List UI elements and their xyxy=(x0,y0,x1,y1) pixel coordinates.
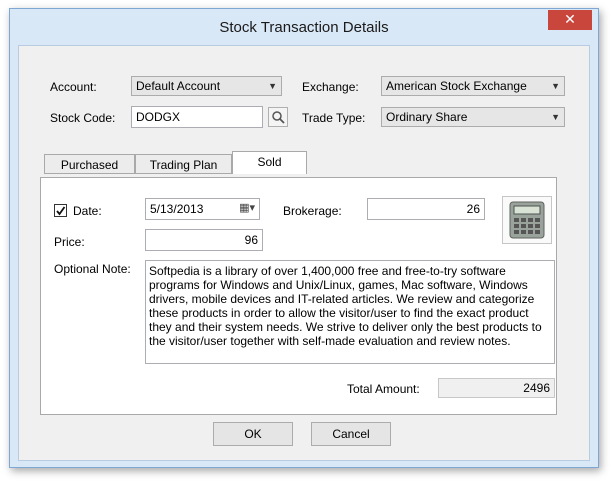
dialog-window: Stock Transaction Details ✕ Account: Def… xyxy=(9,8,599,468)
chevron-down-icon: ▼ xyxy=(268,81,277,91)
chevron-down-icon: ▼ xyxy=(551,81,560,91)
stock-code-input[interactable]: DODGX xyxy=(131,106,263,128)
checkmark-icon xyxy=(56,206,66,216)
exchange-label: Exchange: xyxy=(302,80,359,94)
date-label: Date: xyxy=(73,204,102,218)
price-input[interactable]: 96 xyxy=(145,229,263,251)
ok-button[interactable]: OK xyxy=(213,422,293,446)
brokerage-input[interactable]: 26 xyxy=(367,198,485,220)
tab-trading-plan[interactable]: Trading Plan xyxy=(135,154,232,174)
date-value: 5/13/2013 xyxy=(150,202,204,216)
price-label: Price: xyxy=(54,235,85,249)
window-title: Stock Transaction Details xyxy=(219,19,389,36)
trade-type-value: Ordinary Share xyxy=(386,110,468,124)
account-select[interactable]: Default Account ▼ xyxy=(131,76,282,96)
account-label: Account: xyxy=(50,80,97,94)
tab-sold[interactable]: Sold xyxy=(232,151,307,174)
search-button[interactable] xyxy=(268,107,288,127)
sold-tab-panel: Date: 5/13/2013 ▦▾ Brokerage: 26 Price: … xyxy=(40,177,557,415)
total-amount-value: 2496 xyxy=(438,378,555,398)
brokerage-label: Brokerage: xyxy=(283,204,342,218)
trade-type-label: Trade Type: xyxy=(302,111,366,125)
tab-purchased[interactable]: Purchased xyxy=(44,154,135,174)
search-icon xyxy=(272,111,285,124)
calculator-icon xyxy=(509,201,545,239)
date-picker[interactable]: 5/13/2013 ▦▾ xyxy=(145,198,260,220)
calculator-button[interactable] xyxy=(502,196,552,244)
optional-note-textarea[interactable]: Softpedia is a library of over 1,400,000… xyxy=(145,260,555,364)
stock-code-label: Stock Code: xyxy=(50,111,116,125)
total-amount-label: Total Amount: xyxy=(347,382,420,396)
optional-note-label: Optional Note: xyxy=(54,262,131,276)
date-checkbox[interactable] xyxy=(54,204,67,217)
title-bar[interactable]: Stock Transaction Details ✕ xyxy=(10,9,598,45)
close-button[interactable]: ✕ xyxy=(548,10,592,30)
account-value: Default Account xyxy=(136,79,221,93)
exchange-select[interactable]: American Stock Exchange ▼ xyxy=(381,76,565,96)
trade-type-select[interactable]: Ordinary Share ▼ xyxy=(381,107,565,127)
calendar-dropdown-icon[interactable]: ▦▾ xyxy=(239,201,255,214)
chevron-down-icon: ▼ xyxy=(551,112,560,122)
exchange-value: American Stock Exchange xyxy=(386,79,527,93)
cancel-button[interactable]: Cancel xyxy=(311,422,391,446)
